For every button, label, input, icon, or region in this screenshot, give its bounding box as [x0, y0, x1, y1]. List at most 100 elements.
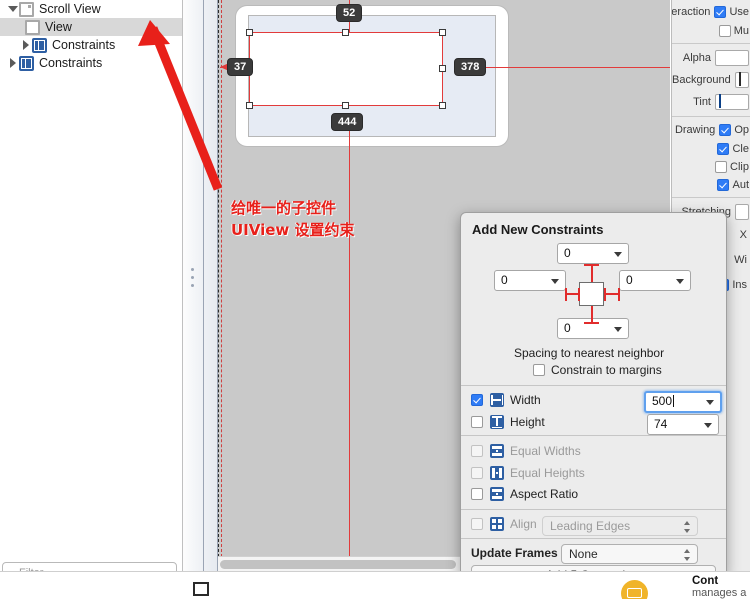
equal-widths-checkbox[interactable] — [471, 445, 483, 457]
popover-divider-4 — [461, 538, 726, 539]
gutter-drag-handle-icon[interactable] — [191, 268, 195, 292]
chevron-down-icon[interactable] — [551, 279, 559, 284]
outline-row-constraints-child[interactable]: Constraints — [0, 36, 182, 54]
inspector-row-interaction[interactable]: Interaction Use — [672, 2, 750, 22]
disclosure-triangle-icon[interactable] — [6, 0, 19, 18]
spacing-left-combo[interactable]: 0 — [494, 270, 566, 291]
equal-widths-label: Equal Widths — [510, 444, 581, 458]
update-frames-select[interactable]: None — [561, 544, 698, 564]
width-constraint-checkbox[interactable] — [471, 394, 483, 406]
library-item-title: Cont — [692, 575, 719, 587]
add-new-constraints-popover[interactable]: Add New Constraints 0 0 0 0 Spacing to n… — [460, 212, 727, 577]
library-item-description: manages a v — [692, 587, 747, 599]
inspector-row-multitouch[interactable]: Mu — [672, 22, 750, 40]
stretching-field[interactable] — [735, 204, 749, 220]
chevron-down-icon[interactable] — [614, 252, 622, 257]
clears-graphics-context-checkbox[interactable] — [717, 143, 730, 155]
anchor-strut-bottom-line[interactable] — [591, 306, 593, 323]
height-constraint-checkbox[interactable] — [471, 416, 483, 428]
inspector-row-alpha[interactable]: Alpha — [672, 47, 750, 69]
anchor-strut-left-cap2[interactable] — [578, 288, 580, 301]
resize-handle-middle-right[interactable] — [439, 65, 446, 72]
anchor-center-box[interactable] — [579, 282, 604, 306]
inspector-row-tint[interactable]: Tint — [672, 91, 750, 113]
disclosure-triangle-icon[interactable] — [6, 54, 19, 72]
equal-heights-checkbox[interactable] — [471, 467, 483, 479]
measure-badge-bottom[interactable]: 444 — [331, 113, 364, 131]
measure-badge-right[interactable]: 378 — [454, 58, 487, 76]
canvas-guide-dashed-red — [221, 0, 222, 572]
clip-subviews-checkbox[interactable] — [715, 161, 728, 173]
inspector-divider — [672, 116, 750, 117]
canvas-gutter-splitter[interactable] — [183, 0, 218, 572]
text-cursor — [673, 395, 675, 407]
anchor-strut-bottom-cap[interactable] — [584, 322, 599, 324]
chevron-down-icon[interactable] — [704, 423, 712, 428]
resize-handle-top-center[interactable] — [342, 29, 349, 36]
height-constraint-label: Height — [510, 415, 545, 429]
opaque-checkbox[interactable] — [719, 124, 732, 136]
inspector-row-clip-subviews[interactable]: Clip — [672, 158, 750, 176]
popover-divider-2 — [461, 435, 726, 436]
align-select[interactable]: Leading Edges — [542, 516, 698, 536]
user-interaction-enabled-checkbox[interactable] — [714, 6, 727, 18]
resize-handle-bottom-center[interactable] — [342, 102, 349, 109]
inspector-label-installed: Ins — [732, 279, 747, 291]
inspector-row-autoresize-subviews[interactable]: Aut — [672, 176, 750, 194]
resize-handle-bottom-left[interactable] — [246, 102, 253, 109]
inspector-divider — [672, 43, 750, 44]
width-value-combo[interactable]: 500 — [644, 391, 722, 413]
anchor-strut-right-cap1[interactable] — [604, 288, 606, 301]
scrollview-icon — [19, 1, 34, 17]
outline-row-view[interactable]: View — [0, 18, 182, 36]
chevron-down-icon[interactable] — [614, 327, 622, 332]
resize-handle-top-right[interactable] — [439, 29, 446, 36]
background-color-well[interactable] — [734, 72, 749, 88]
constrain-to-margins-label: Constrain to margins — [551, 363, 662, 377]
anchor-strut-top-cap[interactable] — [584, 264, 599, 266]
anchor-strut-right-cap2[interactable] — [618, 288, 620, 301]
spacing-left-value: 0 — [501, 273, 508, 287]
tint-color-well[interactable] — [715, 94, 749, 110]
aspect-ratio-checkbox[interactable] — [471, 488, 483, 500]
aspect-ratio-icon — [490, 487, 504, 501]
constrain-to-margins-checkbox[interactable] — [533, 364, 545, 376]
equal-widths-icon — [490, 444, 504, 458]
document-outline-sidebar[interactable]: Scroll View View Constraints Constraints… — [0, 0, 183, 572]
annotation-line-2: UIView 设置约束 — [231, 221, 355, 239]
measure-badge-left[interactable]: 37 — [227, 58, 254, 76]
spacing-top-combo[interactable]: 0 — [557, 243, 629, 264]
canvas-guide-dashed-left — [218, 0, 219, 572]
inspector-row-clears-graphics[interactable]: Cle — [672, 140, 750, 158]
resize-handle-bottom-right[interactable] — [439, 102, 446, 109]
outline-row-constraints-root[interactable]: Constraints — [0, 54, 182, 72]
inspector-row-drawing[interactable]: Drawing Op — [672, 120, 750, 140]
measure-badge-top[interactable]: 52 — [336, 4, 363, 22]
alpha-field[interactable] — [715, 50, 749, 66]
align-checkbox[interactable] — [471, 518, 483, 530]
anchor-strut-top-line[interactable] — [591, 265, 593, 282]
selected-view-rect[interactable] — [246, 29, 446, 109]
anchor-strut-left-cap1[interactable] — [565, 288, 567, 301]
library-bottom-strip[interactable]: Cont manages a v — [0, 571, 750, 599]
autoresize-subviews-checkbox[interactable] — [717, 179, 730, 191]
width-value: 500 — [652, 394, 673, 408]
inspector-row-background[interactable]: Background — [672, 69, 750, 91]
chevron-down-icon[interactable] — [706, 400, 714, 405]
canvas-scrollbar-thumb[interactable] — [220, 560, 456, 569]
stepper-arrows-icon[interactable] — [684, 520, 691, 534]
autoresize-subviews-label: Aut — [732, 179, 749, 191]
spacing-right-combo[interactable]: 0 — [619, 270, 691, 291]
multiple-touch-checkbox[interactable] — [718, 25, 731, 37]
resize-handle-top-left[interactable] — [246, 29, 253, 36]
width-constraint-label: Width — [510, 393, 541, 407]
update-frames-value: None — [569, 547, 598, 561]
scroll-view-frame[interactable] — [236, 6, 508, 146]
stepper-arrows-icon[interactable] — [684, 548, 691, 562]
chevron-down-icon[interactable] — [676, 279, 684, 284]
container-view-controller-icon — [621, 580, 648, 599]
library-item-thumbnail — [193, 582, 209, 596]
height-value-combo[interactable]: 74 — [647, 414, 719, 435]
outline-row-scroll-view[interactable]: Scroll View — [0, 0, 182, 18]
disclosure-triangle-icon[interactable] — [19, 36, 32, 54]
